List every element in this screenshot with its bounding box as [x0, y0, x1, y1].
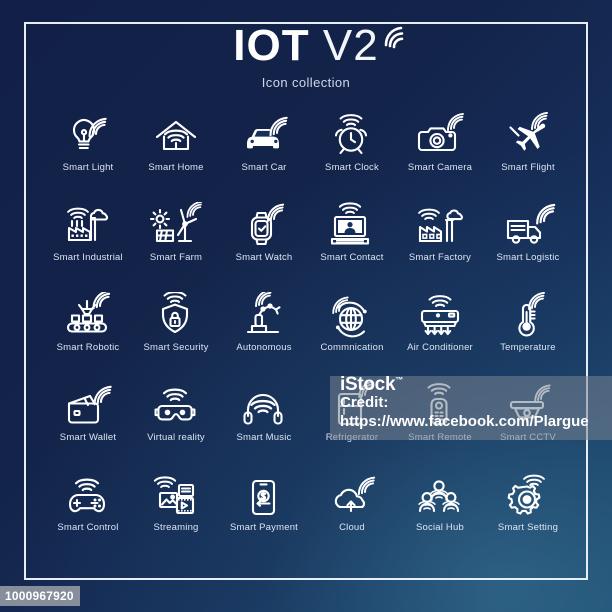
icon-cell-smart-factory[interactable]: Smart Factory — [396, 202, 484, 270]
icon-label: Smart Control — [57, 522, 119, 533]
factory-tower-wifi-icon — [408, 202, 472, 248]
windmill-solar-wifi-icon — [144, 202, 208, 248]
icon-label: Smart Security — [143, 342, 209, 353]
cloud-upload-wifi-icon — [320, 472, 384, 518]
watermark-credit-label: Credit: — [340, 394, 389, 411]
icon-label: Smart Light — [62, 162, 114, 173]
icon-label: Smart Industrial — [53, 252, 123, 263]
icon-label: Commnication — [320, 342, 384, 353]
icon-cell-streaming[interactable]: Streaming — [132, 472, 220, 540]
robotic-arm-conveyor-wifi-icon — [56, 292, 120, 338]
icon-cell-smart-wallet[interactable]: Smart Wallet — [44, 382, 132, 450]
icon-cell-temperature[interactable]: Temperature — [484, 292, 572, 360]
page-title: IOT V2 — [233, 24, 378, 68]
icon-cell-smart-camera[interactable]: Smart Camera — [396, 112, 484, 180]
gear-wifi-icon — [496, 472, 560, 518]
robot-arm-wifi-icon — [232, 292, 296, 338]
icon-label: Autonomous — [236, 342, 292, 353]
smartwatch-wifi-icon — [232, 202, 296, 248]
shield-lock-wifi-icon — [144, 292, 208, 338]
icon-cell-social-hub[interactable]: Social Hub — [396, 472, 484, 540]
vr-headset-wifi-icon — [144, 382, 208, 428]
icon-cell-smart-logistic[interactable]: Smart Logistic — [484, 202, 572, 270]
icon-label: Virtual reality — [147, 432, 205, 443]
gamepad-wifi-icon — [56, 472, 120, 518]
icon-label: Smart Flight — [501, 162, 555, 173]
icon-cell-smart-setting[interactable]: Smart Setting — [484, 472, 572, 540]
watermark-brand: iStock™ — [340, 376, 403, 395]
icon-cell-smart-clock[interactable]: Smart Clock — [308, 112, 396, 180]
air-conditioner-wifi-icon — [408, 292, 472, 338]
media-streaming-wifi-icon — [144, 472, 208, 518]
istock-watermark: iStock™ Credit: https://www.facebook.com… — [330, 376, 612, 440]
delivery-truck-wifi-icon — [496, 202, 560, 248]
icon-cell-virtual-reality[interactable]: Virtual reality — [132, 382, 220, 450]
icon-cell-smart-industrial[interactable]: Smart Industrial — [44, 202, 132, 270]
airplane-wifi-icon — [496, 112, 560, 158]
icon-cell-smart-farm[interactable]: Smart Farm — [132, 202, 220, 270]
people-group-wifi-icon — [408, 472, 472, 518]
house-wifi-icon — [144, 112, 208, 158]
icon-label: Smart Car — [241, 162, 287, 173]
icon-label: Air Conditioner — [407, 342, 473, 353]
icon-cell-smart-security[interactable]: Smart Security — [132, 292, 220, 360]
icon-cell-smart-home[interactable]: Smart Home — [132, 112, 220, 180]
icon-cell-smart-payment[interactable]: Smart Payment — [220, 472, 308, 540]
icon-label: Temperature — [500, 342, 556, 353]
title-version: V2 — [322, 21, 379, 70]
alarm-clock-wifi-icon — [320, 112, 384, 158]
icon-label: Smart Robotic — [56, 342, 120, 353]
poster-header: IOT V2 Icon collection — [0, 24, 612, 90]
icon-cell-smart-control[interactable]: Smart Control — [44, 472, 132, 540]
icon-label: Smart Watch — [235, 252, 293, 263]
icon-cell-smart-robotic[interactable]: Smart Robotic — [44, 292, 132, 360]
icon-label: Cloud — [339, 522, 365, 533]
globe-network-wifi-icon — [320, 292, 384, 338]
icon-label: Smart Setting — [497, 522, 559, 533]
icon-cell-commnication[interactable]: Commnication — [308, 292, 396, 360]
icon-cell-cloud[interactable]: Cloud — [308, 472, 396, 540]
icon-cell-smart-car[interactable]: Smart Car — [220, 112, 308, 180]
icon-label: Smart Payment — [229, 522, 299, 533]
title-bold: IOT — [233, 21, 310, 70]
thermometer-wifi-icon — [496, 292, 560, 338]
icon-label: Smart Contact — [320, 252, 384, 263]
icon-cell-smart-light[interactable]: Smart Light — [44, 112, 132, 180]
icon-cell-smart-music[interactable]: Smart Music — [220, 382, 308, 450]
light-bulb-wifi-icon — [56, 112, 120, 158]
icon-grid: Smart Light Smart Home Smart Car Smart C… — [44, 112, 572, 540]
icon-label: Smart Home — [148, 162, 204, 173]
computer-video-call-wifi-icon — [320, 202, 384, 248]
wallet-wifi-icon — [56, 382, 120, 428]
icon-cell-smart-flight[interactable]: Smart Flight — [484, 112, 572, 180]
icon-cell-autonomous[interactable]: Autonomous — [220, 292, 308, 360]
icon-label: Smart Factory — [408, 252, 472, 263]
poster-canvas: IOT V2 Icon collection Smart Light Smart… — [0, 0, 612, 612]
icon-label: Social Hub — [416, 522, 464, 533]
icon-label: Smart Wallet — [59, 432, 117, 443]
car-wifi-icon — [232, 112, 296, 158]
title-wrap: IOT V2 — [233, 24, 403, 68]
camera-wifi-icon — [408, 112, 472, 158]
icon-label: Smart Camera — [407, 162, 473, 173]
watermark-url: https://www.facebook.com/Plargue — [340, 413, 589, 430]
icon-cell-smart-contact[interactable]: Smart Contact — [308, 202, 396, 270]
icon-label: Smart Farm — [149, 252, 203, 263]
phone-dollar-wifi-icon — [232, 472, 296, 518]
icon-label: Smart Logistic — [496, 252, 560, 263]
page-subtitle: Icon collection — [261, 75, 351, 90]
trademark-icon: ™ — [395, 376, 403, 385]
icon-label: Smart Clock — [325, 162, 379, 173]
headphones-wifi-icon — [232, 382, 296, 428]
icon-label: Smart Music — [236, 432, 292, 443]
asset-id-badge: 1000967920 — [0, 586, 80, 606]
icon-cell-air-conditioner[interactable]: Air Conditioner — [396, 292, 484, 360]
wifi-signal-icon — [384, 26, 403, 49]
icon-cell-smart-watch[interactable]: Smart Watch — [220, 202, 308, 270]
icon-label: Streaming — [153, 522, 199, 533]
factory-smokestack-wifi-icon — [56, 202, 120, 248]
